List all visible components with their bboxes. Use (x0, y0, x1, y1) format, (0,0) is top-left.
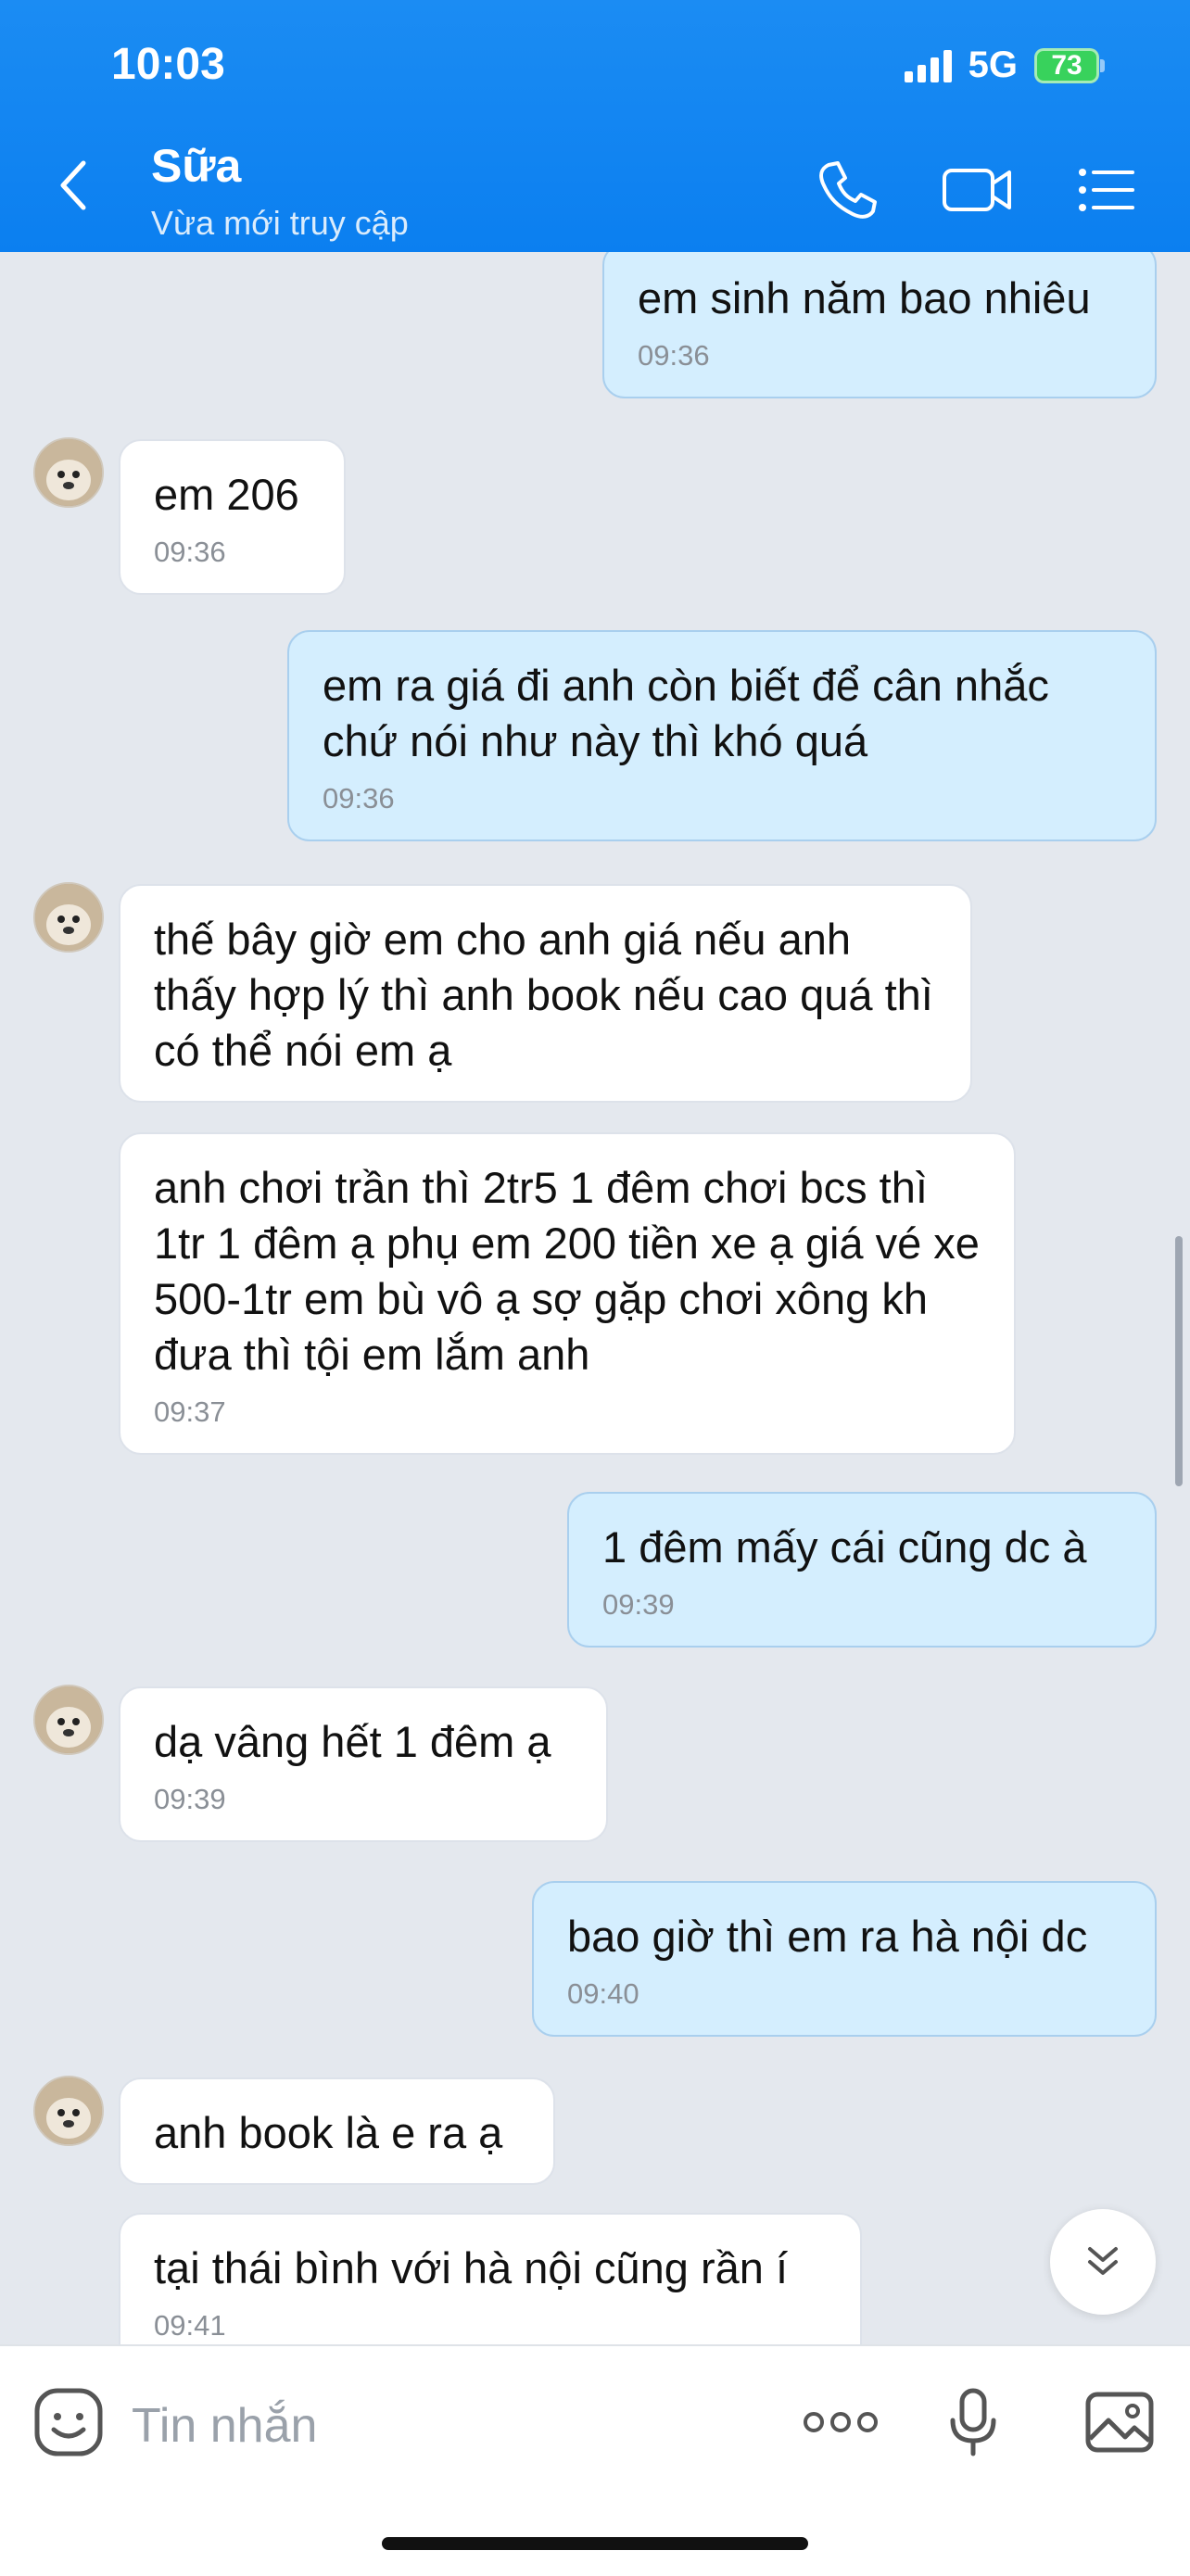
message-bubble-incoming[interactable]: thế bây giờ em cho anh giá nếu anh thấy … (119, 884, 972, 1103)
message-composer (0, 2344, 1190, 2576)
message-bubble-incoming[interactable]: em 206 09:36 (119, 439, 346, 595)
message-text: em 206 (154, 470, 299, 519)
message-text: anh chơi trần thì 2tr5 1 đêm chơi bcs th… (154, 1163, 980, 1379)
message-time: 09:36 (154, 536, 226, 568)
status-time: 10:03 (111, 40, 225, 89)
list-menu-icon[interactable] (1075, 158, 1140, 222)
emoji-sticker-icon[interactable] (32, 2385, 106, 2459)
avatar[interactable] (33, 2076, 104, 2146)
more-dots-icon[interactable] (801, 2385, 880, 2459)
message-text: em ra giá đi anh còn biết để cân nhắc ch… (323, 661, 1049, 765)
video-camera-icon[interactable] (941, 158, 1015, 222)
phone-icon[interactable] (816, 158, 880, 222)
chat-subtitle: Vừa mới truy cập (151, 204, 409, 242)
avatar[interactable] (33, 882, 104, 953)
message-text: bao giờ thì em ra hà nội dc (567, 1912, 1088, 1961)
status-indicators: 5G 73 (904, 44, 1105, 86)
message-bubble-outgoing[interactable]: em ra giá đi anh còn biết để cân nhắc ch… (287, 630, 1157, 841)
message-list[interactable]: em sinh năm bao nhiêu 09:36 em 206 09:36… (0, 252, 1190, 2344)
message-text: em sinh năm bao nhiêu (638, 273, 1091, 322)
message-time: 09:36 (638, 339, 710, 372)
message-input[interactable] (130, 2383, 690, 2469)
scroll-to-bottom-button[interactable] (1050, 2209, 1156, 2315)
message-text: anh book là e ra ạ (154, 2108, 503, 2157)
network-type: 5G (968, 44, 1018, 85)
battery-level: 73 (1051, 49, 1082, 81)
message-bubble-incoming[interactable]: anh chơi trần thì 2tr5 1 đêm chơi bcs th… (119, 1132, 1016, 1455)
avatar[interactable] (33, 437, 104, 508)
message-text: tại thái bình với hà nội cũng rần í (154, 2243, 789, 2292)
message-time: 09:39 (602, 1588, 675, 1621)
message-time: 09:39 (154, 1783, 226, 1815)
message-bubble-incoming[interactable]: tại thái bình với hà nội cũng rần í 09:4… (119, 2213, 862, 2344)
message-text: dạ vâng hết 1 đêm ạ (154, 1717, 551, 1766)
double-chevron-down-icon (1088, 2247, 1118, 2275)
message-bubble-outgoing[interactable]: bao giờ thì em ra hà nội dc 09:40 (532, 1881, 1157, 2037)
chat-title[interactable]: Sữa (151, 139, 241, 193)
message-bubble-outgoing[interactable]: em sinh năm bao nhiêu 09:36 (602, 252, 1157, 398)
image-icon[interactable] (1082, 2385, 1157, 2459)
message-time: 09:40 (567, 1977, 639, 2010)
message-time: 09:36 (323, 782, 395, 814)
avatar[interactable] (33, 1685, 104, 1755)
scrollbar[interactable] (1175, 1236, 1183, 1486)
chat-header: 10:03 5G 73 Sữa Vừa mới truy cập (0, 0, 1190, 252)
message-time: 09:41 (154, 2309, 226, 2342)
chevron-left-icon[interactable] (56, 158, 93, 213)
battery-icon: 73 (1034, 47, 1105, 83)
message-bubble-outgoing[interactable]: 1 đêm mấy cái cũng dc à 09:39 (567, 1492, 1157, 1648)
message-text: 1 đêm mấy cái cũng dc à (602, 1522, 1087, 1572)
microphone-icon[interactable] (936, 2385, 1010, 2459)
signal-icon (904, 49, 952, 82)
message-time: 09:37 (154, 1395, 226, 1428)
message-text: thế bây giờ em cho anh giá nếu anh thấy … (154, 915, 933, 1075)
message-bubble-incoming[interactable]: anh book là e ra ạ (119, 2077, 555, 2185)
message-bubble-incoming[interactable]: dạ vâng hết 1 đêm ạ 09:39 (119, 1686, 608, 1842)
home-indicator (382, 2537, 808, 2550)
